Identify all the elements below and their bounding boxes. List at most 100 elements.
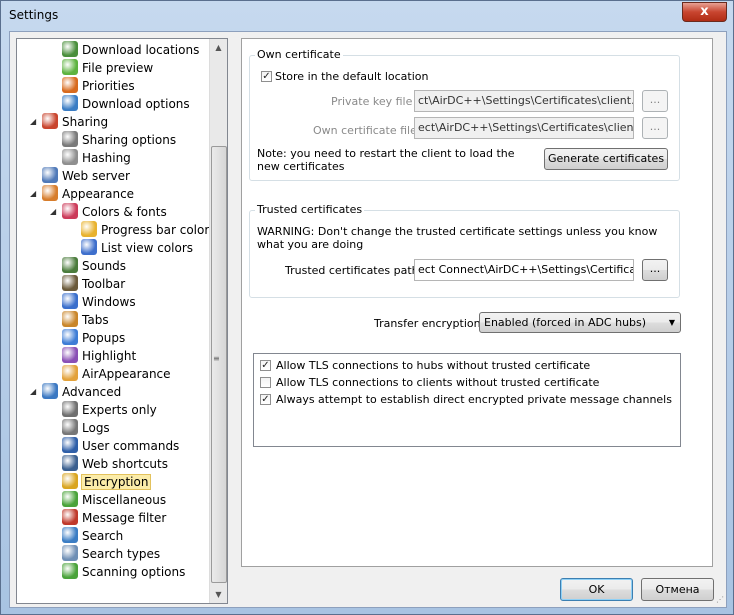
tree-item[interactable]: Scanning options xyxy=(62,563,185,581)
tree-item[interactable]: Web server xyxy=(42,167,130,185)
sharing-icon xyxy=(42,113,58,129)
tree-item-label: Highlight xyxy=(82,349,137,363)
tree-item[interactable]: Tabs xyxy=(62,311,109,329)
tree-item-label: Advanced xyxy=(62,385,122,399)
tree-item[interactable]: Toolbar xyxy=(62,275,125,293)
tree-item[interactable]: ◢ Sharing xyxy=(30,113,108,131)
scroll-down-arrow[interactable]: ▼ xyxy=(210,586,227,603)
tree-item-label: Encryption xyxy=(80,474,152,490)
tree-item[interactable]: Message filter xyxy=(62,509,166,527)
cancel-button[interactable]: Отмена xyxy=(641,578,714,601)
tree-item[interactable]: Experts only xyxy=(62,401,157,419)
sharing-options-icon xyxy=(62,131,78,147)
tabs-icon xyxy=(62,311,78,327)
tree-item-label: Priorities xyxy=(82,79,135,93)
scroll-up-arrow[interactable]: ▲ xyxy=(210,39,227,56)
trusted-warning: WARNING: Don't change the trusted certif… xyxy=(257,225,658,251)
close-button[interactable]: x xyxy=(682,2,727,22)
own-certificate-title: Own certificate xyxy=(255,48,343,61)
web-server-icon xyxy=(42,167,58,183)
highlight-icon xyxy=(62,347,78,363)
own-cert-field[interactable]: ect\AirDC++\Settings\Certificates\client… xyxy=(414,117,634,139)
trusted-path-field[interactable]: ect Connect\AirDC++\Settings\Certificate… xyxy=(414,259,634,281)
tree-item[interactable]: Logs xyxy=(62,419,110,437)
expand-arrow-icon[interactable]: ◢ xyxy=(30,383,36,401)
tree-item[interactable]: Search types xyxy=(62,545,160,563)
tree-item[interactable]: Download locations xyxy=(62,41,199,59)
tree-item-label: Download locations xyxy=(82,43,200,57)
tree-item-label: List view colors xyxy=(101,241,194,255)
tree-item[interactable]: AirAppearance xyxy=(62,365,171,383)
store-default-label: Store in the default location xyxy=(275,70,429,83)
transfer-encryption-label: Transfer encryption xyxy=(374,317,481,330)
tree-item-label: Search types xyxy=(82,547,161,561)
windows-icon xyxy=(62,293,78,309)
generate-certificates-button[interactable]: Generate certificates xyxy=(544,148,668,170)
advanced-icon xyxy=(42,383,58,399)
expand-arrow-icon[interactable]: ◢ xyxy=(30,113,36,131)
tree-item-label: Message filter xyxy=(82,511,167,525)
logs-icon xyxy=(62,419,78,435)
title-bar[interactable]: Settings x xyxy=(1,1,734,31)
tree-item[interactable]: Web shortcuts xyxy=(62,455,168,473)
tree-item[interactable]: File preview xyxy=(62,59,153,77)
window-title: Settings xyxy=(9,8,59,22)
tree-item[interactable]: Sharing options xyxy=(62,131,176,149)
tree-item-label: Tabs xyxy=(82,313,109,327)
tree-item[interactable]: Download options xyxy=(62,95,190,113)
expand-arrow-icon[interactable]: ◢ xyxy=(50,203,56,221)
message-filter-icon xyxy=(62,509,78,525)
tree-item-label: Miscellaneous xyxy=(82,493,167,507)
own-cert-browse-button[interactable]: ... xyxy=(642,117,668,139)
tree-item-label: Popups xyxy=(82,331,126,345)
scroll-grip-icon: ≡ xyxy=(213,354,220,363)
tree-item-label: Logs xyxy=(82,421,110,435)
private-key-field[interactable]: ct\AirDC++\Settings\Certificates\client.… xyxy=(414,90,634,112)
tree-item-label: Download options xyxy=(82,97,190,111)
priorities-icon xyxy=(62,77,78,93)
tree-item-label: Web server xyxy=(62,169,130,183)
private-key-browse-button[interactable]: ... xyxy=(642,90,668,112)
tree-item[interactable]: Windows xyxy=(62,293,136,311)
tls-option-checkbox[interactable]: ✓ xyxy=(260,360,271,371)
tls-option-checkbox[interactable] xyxy=(260,377,271,388)
sounds-icon xyxy=(62,257,78,273)
tls-option-label: Always attempt to establish direct encry… xyxy=(276,393,672,406)
tree-item[interactable]: Highlight xyxy=(62,347,136,365)
tree-item[interactable]: List view colors xyxy=(81,239,193,257)
tls-options-list[interactable]: ✓ Allow TLS connections to hubs without t… xyxy=(253,353,681,447)
tree-item[interactable]: Sounds xyxy=(62,257,126,275)
tree-item[interactable]: Progress bar colors xyxy=(81,221,216,239)
tree-item[interactable]: Hashing xyxy=(62,149,131,167)
tree-item[interactable]: Priorities xyxy=(62,77,135,95)
tree-item[interactable]: ◢ Colors & fonts xyxy=(50,203,167,221)
trusted-certificates-group xyxy=(249,210,680,298)
tls-option-checkbox[interactable]: ✓ xyxy=(260,394,271,405)
transfer-encryption-value: Enabled (forced in ADC hubs) xyxy=(484,316,647,329)
toolbar-icon xyxy=(62,275,78,291)
tree-item[interactable]: Miscellaneous xyxy=(62,491,166,509)
scanning-icon xyxy=(62,563,78,579)
transfer-encryption-select[interactable]: Enabled (forced in ADC hubs) ▼ xyxy=(479,312,681,333)
tree-item[interactable]: ◢ Advanced xyxy=(30,383,122,401)
checkmark-icon: ✓ xyxy=(261,394,270,405)
tree-item[interactable]: Encryption xyxy=(62,473,152,491)
resize-grip-icon[interactable]: ⋰ xyxy=(716,596,724,604)
progress-colors-icon xyxy=(81,221,97,237)
tree-item[interactable]: Search xyxy=(62,527,123,545)
folder-download-icon xyxy=(62,41,78,57)
tls-option-label: Allow TLS connections to hubs without tr… xyxy=(276,359,591,372)
scroll-thumb[interactable] xyxy=(211,146,227,583)
ok-button[interactable]: OK xyxy=(560,578,633,601)
tree-scrollbar[interactable]: ▲ ≡ ▼ xyxy=(209,39,227,603)
trusted-path-browse-button[interactable]: ... xyxy=(642,259,668,281)
tree-item-label: User commands xyxy=(82,439,180,453)
tree-item[interactable]: ◢ Appearance xyxy=(30,185,134,203)
tree-item-label: Progress bar colors xyxy=(101,223,216,237)
store-default-checkbox[interactable]: ✓ xyxy=(261,71,272,82)
checkmark-icon: ✓ xyxy=(262,71,271,82)
expand-arrow-icon[interactable]: ◢ xyxy=(30,185,36,203)
search-types-icon xyxy=(62,545,78,561)
tree-item[interactable]: User commands xyxy=(62,437,179,455)
tree-item[interactable]: Popups xyxy=(62,329,125,347)
